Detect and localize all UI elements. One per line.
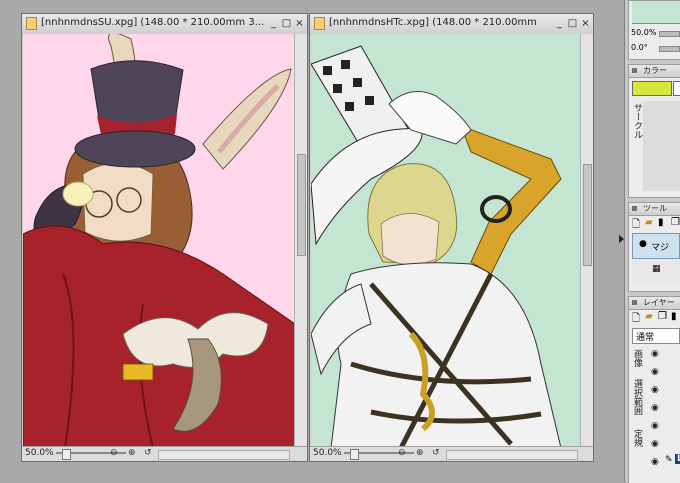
zoom-out-icon[interactable]: ⊖ (398, 448, 406, 458)
layer-panel: レイヤー 🗋 ▰ ❐ ▮ 通常 画像 選択範囲 定規 ◉ ◉ ◉ ◉ ◉ ◉ ◉… (628, 296, 680, 483)
eye-icon[interactable]: ◉ (651, 385, 659, 395)
navigator-angle-slider[interactable] (659, 46, 680, 52)
layer-tab-image[interactable]: 画像 (631, 349, 644, 367)
zoom-in-icon[interactable]: ⊕ (416, 448, 424, 458)
color-wheel-area[interactable] (643, 101, 680, 191)
zoom-slider-1-knob[interactable] (62, 449, 71, 460)
file-icon (26, 17, 37, 30)
document-window-1[interactable]: [nnhnmdnsSU.xpg] (148.00 * 210.00mm 3...… (21, 13, 308, 462)
color-panel-header[interactable]: カラー (629, 65, 680, 78)
layer-tab-selection[interactable]: 選択範囲 (631, 379, 644, 415)
hatter-illustration (311, 45, 562, 448)
window-2-titlebar[interactable]: [nnhnmdnsHTc.xpg] (148.00 * 210.00mm _ □… (310, 14, 593, 35)
layer-tab-ruler[interactable]: 定規 (631, 429, 644, 447)
maximize-icon[interactable]: □ (567, 18, 578, 29)
zoom-out-icon[interactable]: ⊖ (110, 448, 118, 458)
eye-icon[interactable]: ◉ (651, 403, 659, 413)
window-1-title: [nnhnmdnsSU.xpg] (148.00 * 210.00mm 3... (41, 17, 265, 28)
tool-item-magic[interactable]: ● マジ (632, 233, 680, 259)
eye-icon[interactable]: ◉ (651, 367, 659, 377)
eye-icon[interactable]: ◉ (651, 349, 659, 359)
tool-item-dot-icon: ● (639, 239, 647, 249)
navigator-angle-value: 0.0° (631, 43, 648, 52)
blend-mode-select[interactable]: 通常 (632, 328, 680, 344)
navigator-preview[interactable] (632, 1, 680, 24)
window-1-titlebar[interactable]: [nnhnmdnsSU.xpg] (148.00 * 210.00mm 3...… (22, 14, 307, 35)
canvas-1[interactable] (23, 34, 295, 448)
tool-panel: ツール 🗋 ▰ ▮ ❐ ● マジ ▦ (628, 202, 680, 292)
close-icon[interactable]: × (580, 18, 591, 29)
canvas-1-vscroll[interactable] (294, 34, 307, 448)
layer-panel-header[interactable]: レイヤー (629, 297, 680, 310)
pen-icon: ✎ (665, 455, 673, 465)
window-2-title: [nnhnmdnsHTc.xpg] (148.00 * 210.00mm (329, 17, 537, 28)
tool-item-2[interactable]: ▦ (632, 259, 680, 283)
eye-icon[interactable]: ◉ (651, 421, 659, 431)
file-icon (314, 17, 325, 30)
folder-icon[interactable]: ▰ (645, 311, 653, 322)
navigator-panel: 50.0% 0.0° (628, 0, 680, 60)
zoom-level-2: 50.0% (313, 448, 342, 458)
tool-copy-icon[interactable]: ❐ (671, 217, 680, 228)
navigator-zoom-value: 50.0% (631, 28, 657, 37)
canvas-2[interactable] (311, 34, 581, 448)
canvas-1-hscroll[interactable] (158, 450, 290, 460)
window-2-statusbar: 50.0% ⊖ ⊕ ↺ (310, 446, 593, 461)
sub-color-swatch[interactable] (673, 81, 680, 96)
copy-layer-icon[interactable]: ❐ (658, 311, 667, 322)
maximize-icon[interactable]: □ (281, 18, 292, 29)
navigator-zoom-slider[interactable] (659, 31, 680, 37)
eye-icon[interactable]: ◉ (651, 439, 659, 449)
tool-panel-header[interactable]: ツール (629, 203, 680, 216)
layer-badge: L (675, 454, 680, 464)
tool-item-2-icon: ▦ (652, 264, 661, 274)
close-icon[interactable]: × (294, 18, 305, 29)
canvas-1-vscroll-thumb[interactable] (297, 154, 306, 256)
zoom-slider-2-knob[interactable] (350, 449, 359, 460)
new-file-icon[interactable]: 🗋 (632, 217, 640, 234)
reset-icon[interactable]: ↺ (144, 448, 152, 458)
tool-item-label: マジ (651, 243, 670, 253)
delete-layer-icon[interactable]: ▮ (671, 311, 677, 322)
new-layer-icon[interactable]: 🗋 (632, 311, 640, 328)
canvas-2-vscroll[interactable] (580, 34, 593, 448)
rabbit-illustration (23, 34, 295, 448)
trash-icon[interactable]: ▮ (658, 217, 664, 228)
eye-icon[interactable]: ◉ (651, 457, 659, 467)
zoom-level-1: 50.0% (25, 448, 54, 458)
minimize-icon[interactable]: _ (554, 18, 565, 29)
main-color-swatch[interactable] (632, 81, 672, 96)
reset-icon[interactable]: ↺ (432, 448, 440, 458)
document-window-2[interactable]: [nnhnmdnsHTc.xpg] (148.00 * 210.00mm _ □… (309, 13, 594, 462)
minimize-icon[interactable]: _ (268, 18, 279, 29)
right-panels: 50.0% 0.0° カラー サークル ツール 🗋 ▰ ▮ ❐ ● マジ ▦ レ… (624, 0, 680, 483)
canvas-2-vscroll-thumb[interactable] (583, 164, 592, 266)
window-1-statusbar: 50.0% ⊖ ⊕ ↺ (22, 446, 307, 461)
zoom-in-icon[interactable]: ⊕ (128, 448, 136, 458)
folder-icon[interactable]: ▰ (645, 217, 653, 228)
blend-mode-value: 通常 (636, 333, 655, 343)
canvas-2-hscroll[interactable] (446, 450, 578, 460)
color-panel: カラー サークル (628, 64, 680, 198)
